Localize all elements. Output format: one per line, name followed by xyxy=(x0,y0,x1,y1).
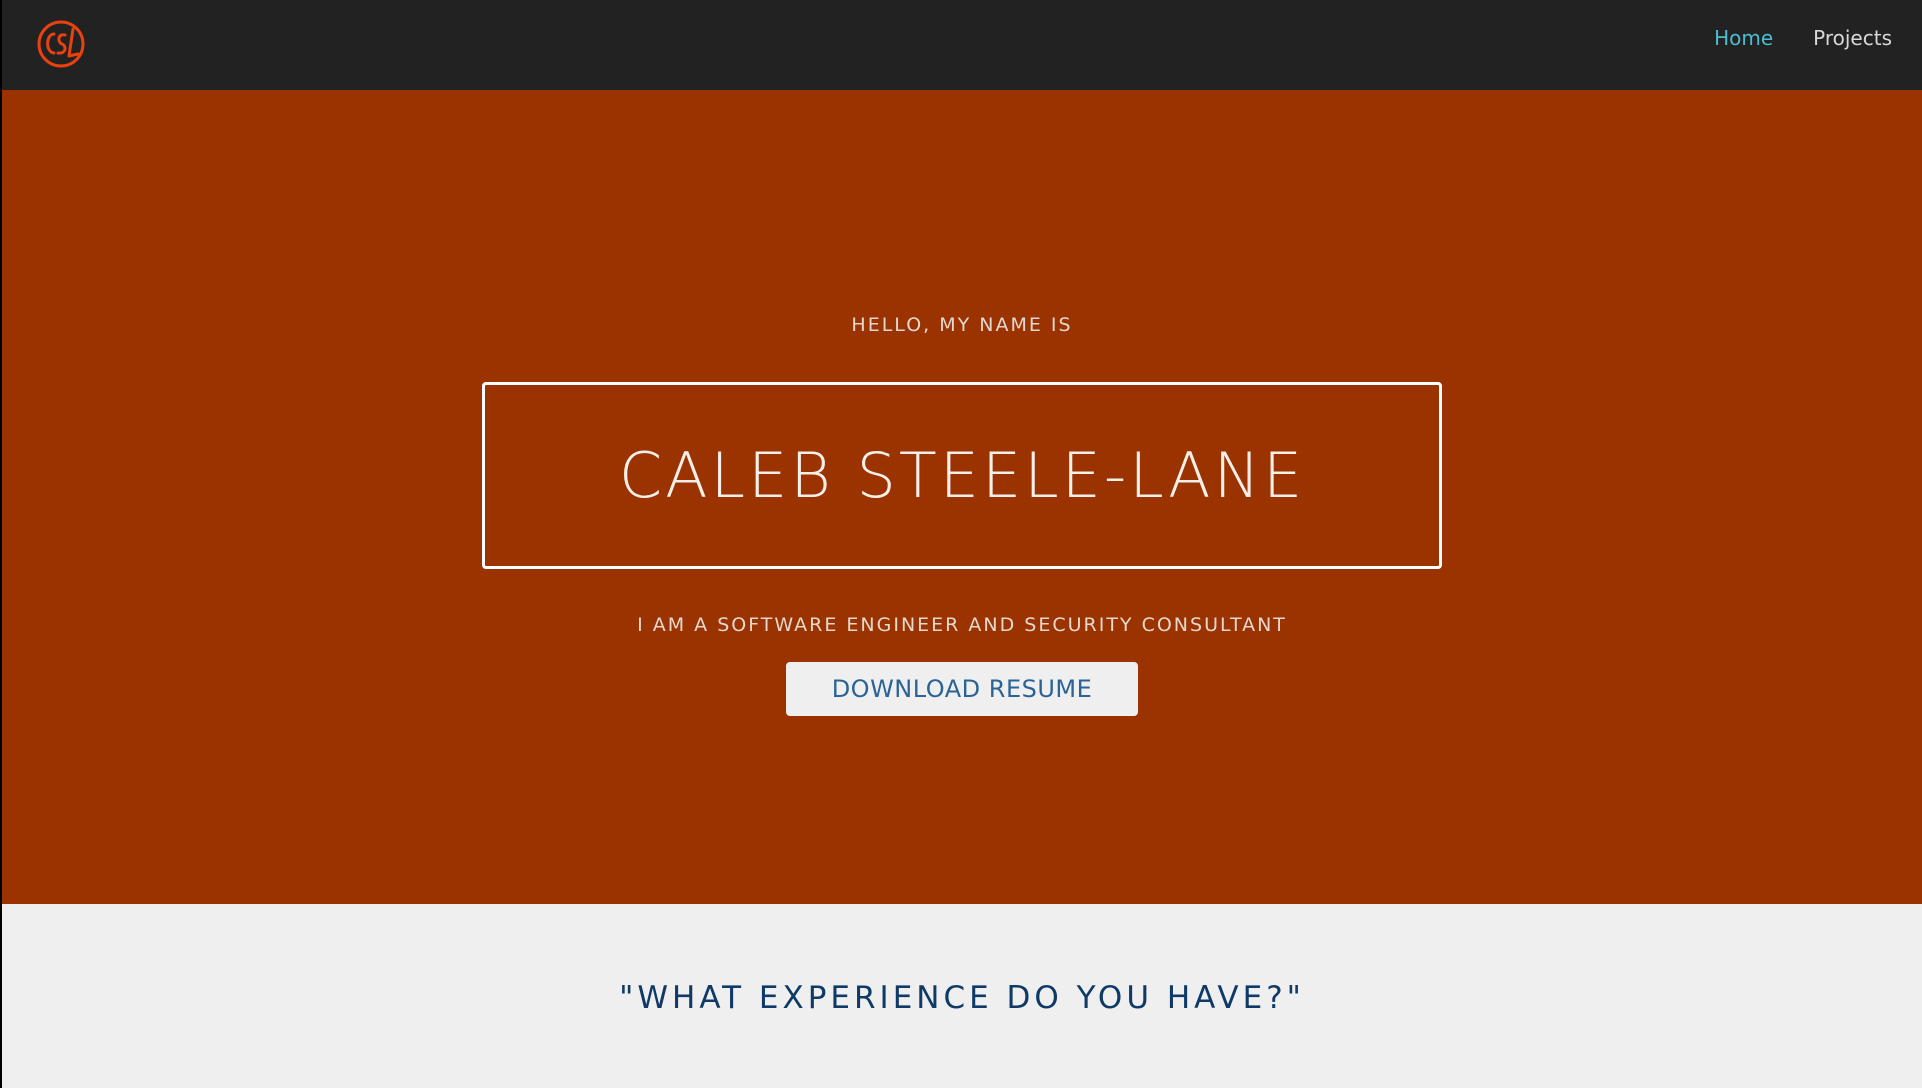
hero-name: CALEB STEELE-LANE xyxy=(618,439,1306,512)
experience-heading: "WHAT EXPERIENCE DO YOU HAVE?" xyxy=(619,980,1305,1016)
csl-monogram-icon xyxy=(37,20,85,68)
download-resume-button[interactable]: DOWNLOAD RESUME xyxy=(786,662,1138,716)
hero-tagline: I AM A SOFTWARE ENGINEER AND SECURITY CO… xyxy=(637,614,1287,636)
hero-greeting: HELLO, MY NAME IS xyxy=(851,314,1073,336)
logo-link[interactable] xyxy=(36,19,86,69)
name-frame: CALEB STEELE-LANE xyxy=(482,382,1442,569)
experience-section: "WHAT EXPERIENCE DO YOU HAVE?" xyxy=(2,904,1922,1088)
hero-section: HELLO, MY NAME IS CALEB STEELE-LANE I AM… xyxy=(2,90,1922,904)
nav-links: Home Projects xyxy=(1714,26,1892,50)
nav-link-home[interactable]: Home xyxy=(1714,26,1773,50)
page: Home Projects HELLO, MY NAME IS CALEB ST… xyxy=(2,0,1922,1088)
nav-link-projects[interactable]: Projects xyxy=(1813,26,1892,50)
top-navbar: Home Projects xyxy=(2,0,1922,90)
